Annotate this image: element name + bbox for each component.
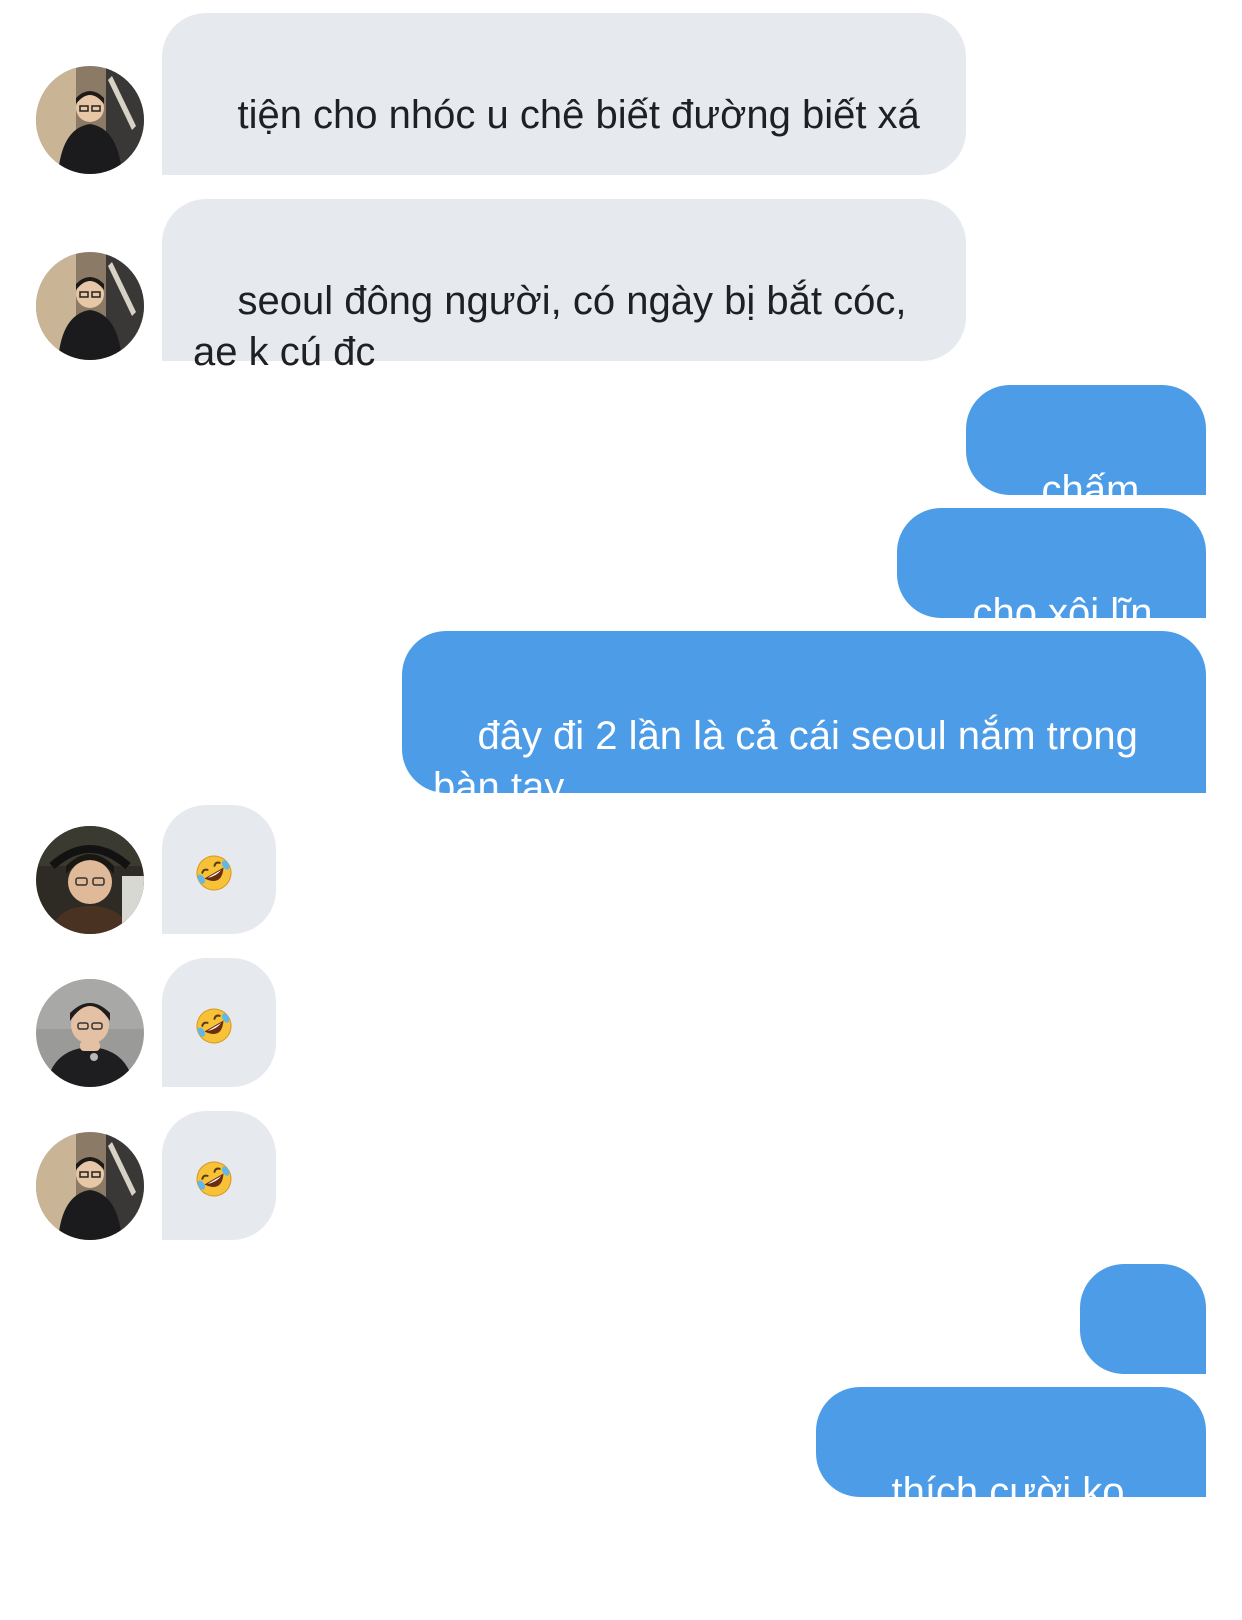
message-bubble-incoming[interactable] [162, 805, 276, 934]
sender-avatar[interactable] [36, 66, 144, 174]
message-text: đây đi 2 lần là cả cái seoul nắm trong b… [433, 714, 1149, 809]
sender-avatar[interactable] [36, 1132, 144, 1240]
message-text: thích cười ko ??? [847, 1470, 1136, 1565]
sender-avatar[interactable] [36, 979, 144, 1087]
avatar-a-image [36, 66, 144, 174]
avatar-a-image [36, 252, 144, 360]
message-bubble-outgoing[interactable]: đây đi 2 lần là cả cái seoul nắm trong b… [402, 631, 1206, 809]
message-bubble-outgoing[interactable]: chấm hỏi [966, 385, 1206, 563]
message-bubble-incoming[interactable]: seoul đông người, có ngày bị bắt cóc, ae… [162, 199, 966, 374]
message-text: tiện cho nhóc u chê biết đường biết xá [237, 93, 920, 137]
message-bubble-outgoing[interactable]: ??? [1080, 1264, 1206, 1493]
sender-avatar[interactable] [36, 252, 144, 360]
chat-thread[interactable]: tiện cho nhóc u chê biết đường biết xá s… [0, 0, 1242, 1565]
rolling-on-floor-laughing-icon [196, 855, 232, 891]
message-text: seoul đông người, có ngày bị bắt cóc, ae… [193, 279, 918, 374]
avatar-c-image [36, 979, 144, 1087]
message-bubble-incoming[interactable] [162, 1111, 276, 1240]
avatar-a-image [36, 1132, 144, 1240]
message-bubble-incoming[interactable]: tiện cho nhóc u chê biết đường biết xá [162, 13, 966, 175]
message-bubble-outgoing[interactable]: thích cười ko ??? [816, 1387, 1206, 1565]
sender-avatar[interactable] [36, 826, 144, 934]
message-bubble-incoming[interactable] [162, 958, 276, 1087]
rolling-on-floor-laughing-icon [196, 1161, 232, 1197]
message-bubble-outgoing[interactable]: cho xôi lĩn đi [897, 508, 1206, 686]
rolling-on-floor-laughing-icon [196, 1008, 232, 1044]
avatar-b-image [36, 826, 144, 934]
